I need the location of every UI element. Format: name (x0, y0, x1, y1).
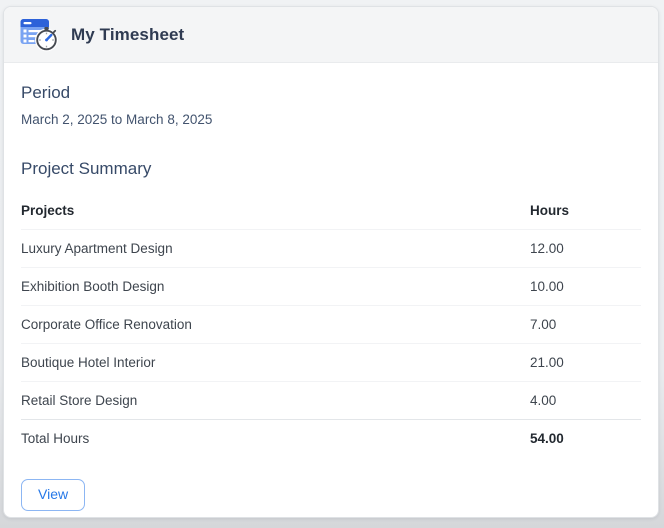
column-header-projects: Projects (21, 192, 530, 230)
project-summary-heading: Project Summary (21, 159, 152, 178)
table-header-row: Projects Hours (21, 192, 641, 230)
project-name: Exhibition Booth Design (21, 267, 530, 306)
table-row: Retail Store Design 4.00 (21, 382, 641, 420)
column-header-hours: Hours (530, 192, 641, 230)
project-name: Corporate Office Renovation (21, 305, 530, 344)
project-summary-table: Projects Hours Luxury Apartment Design 1… (21, 192, 641, 457)
project-hours: 12.00 (530, 229, 641, 268)
table-row: Boutique Hotel Interior 21.00 (21, 343, 641, 382)
total-label: Total Hours (21, 419, 530, 457)
table-row: Luxury Apartment Design 12.00 (21, 229, 641, 268)
timesheet-stopwatch-icon (20, 18, 58, 52)
period-range: March 2, 2025 to March 8, 2025 (21, 112, 213, 127)
card-title: My Timesheet (71, 24, 185, 44)
project-name: Luxury Apartment Design (21, 229, 530, 268)
project-name: Boutique Hotel Interior (21, 343, 530, 382)
card-header: My Timesheet (4, 7, 658, 63)
project-hours: 4.00 (530, 393, 557, 408)
period-heading: Period (21, 83, 71, 102)
table-row: Corporate Office Renovation 7.00 (21, 305, 641, 344)
project-hours: 10.00 (530, 267, 641, 306)
timesheet-card: My Timesheet Period March 2, 2025 to Mar… (3, 6, 659, 518)
project-hours: 21.00 (530, 343, 641, 382)
project-hours: 7.00 (530, 305, 641, 344)
total-row: Total Hours 54.00 (21, 419, 641, 457)
table-row: Exhibition Booth Design 10.00 (21, 267, 641, 306)
view-button[interactable]: View (21, 479, 86, 511)
total-hours-value: 54.00 (530, 419, 641, 457)
card-body: Period March 2, 2025 to March 8, 2025 Pr… (4, 83, 658, 517)
project-name: Retail Store Design (21, 393, 138, 408)
